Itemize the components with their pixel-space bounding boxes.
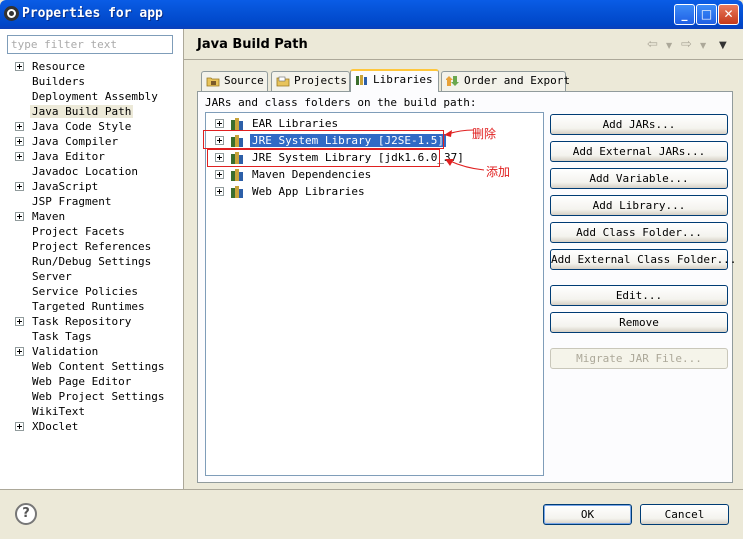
expand-icon[interactable] bbox=[15, 347, 24, 356]
tree-item-maven[interactable]: Maven bbox=[0, 209, 184, 224]
preference-tree: Resource Builders Deployment Assembly Ja… bbox=[0, 59, 184, 434]
library-icon bbox=[356, 75, 367, 85]
eclipse-app-icon bbox=[4, 6, 19, 21]
delete-annotation: 删除 bbox=[472, 127, 497, 141]
add-highlight-box bbox=[207, 149, 440, 167]
tree-item-web-project-settings[interactable]: Web Project Settings bbox=[0, 389, 184, 404]
tab-order-and-export[interactable]: Order and Export bbox=[441, 71, 570, 91]
add-external-jars-button[interactable]: Add External JARs... bbox=[550, 141, 728, 162]
expand-icon[interactable] bbox=[15, 152, 24, 161]
tree-item-web-content-settings[interactable]: Web Content Settings bbox=[0, 359, 184, 374]
build-path-caption: JARs and class folders on the build path… bbox=[205, 96, 477, 109]
expand-icon[interactable] bbox=[15, 422, 24, 431]
library-jar-icon bbox=[231, 118, 243, 130]
page-title: Java Build Path bbox=[197, 37, 308, 52]
back-arrow-icon[interactable]: ⇦ bbox=[647, 37, 658, 52]
title-bar: Properties for app _ □ ✕ bbox=[0, 0, 743, 29]
forward-arrow-icon[interactable]: ⇨ bbox=[681, 37, 692, 52]
edit-button[interactable]: Edit... bbox=[550, 285, 728, 306]
tree-item-deployment-assembly[interactable]: Deployment Assembly bbox=[0, 89, 184, 104]
tree-item-xdoclet[interactable]: XDoclet bbox=[0, 419, 184, 434]
tree-item-java-code-style[interactable]: Java Code Style bbox=[0, 119, 184, 134]
add-annotation: 添加 bbox=[486, 165, 511, 179]
library-item-maven[interactable]: Maven Dependencies bbox=[215, 167, 373, 182]
migrate-jar-button[interactable]: Migrate JAR File... bbox=[550, 348, 728, 369]
tree-item-service-policies[interactable]: Service Policies bbox=[0, 284, 184, 299]
expand-icon[interactable] bbox=[15, 182, 24, 191]
footer-divider bbox=[0, 489, 743, 490]
forward-dropdown-icon[interactable]: ▼ bbox=[700, 41, 706, 50]
tree-item-resource[interactable]: Resource bbox=[0, 59, 184, 74]
add-jars-button[interactable]: Add JARs... bbox=[550, 114, 728, 135]
expand-icon[interactable] bbox=[215, 170, 224, 179]
library-jar-icon bbox=[231, 186, 243, 198]
tree-item-java-build-path[interactable]: Java Build Path bbox=[0, 104, 184, 119]
preference-tree-pane: type filter text Resource Builders Deplo… bbox=[0, 29, 184, 489]
expand-icon[interactable] bbox=[15, 317, 24, 326]
add-variable-button[interactable]: Add Variable... bbox=[550, 168, 728, 189]
library-item-webapp[interactable]: Web App Libraries bbox=[215, 184, 367, 199]
add-arrow-icon bbox=[445, 159, 485, 171]
header-divider bbox=[184, 59, 743, 60]
tree-item-task-repository[interactable]: Task Repository bbox=[0, 314, 184, 329]
expand-icon[interactable] bbox=[15, 62, 24, 71]
tree-item-targeted-runtimes[interactable]: Targeted Runtimes bbox=[0, 299, 184, 314]
back-dropdown-icon[interactable]: ▼ bbox=[666, 41, 672, 50]
window-title: Properties for app bbox=[22, 6, 163, 21]
order-export-icon bbox=[446, 76, 459, 86]
tree-item-wikitext[interactable]: WikiText bbox=[0, 404, 184, 419]
tree-item-task-tags[interactable]: Task Tags bbox=[0, 329, 184, 344]
tree-item-javascript[interactable]: JavaScript bbox=[0, 179, 184, 194]
maximize-button[interactable]: □ bbox=[696, 4, 717, 25]
ok-button[interactable]: OK bbox=[543, 504, 632, 525]
tree-item-web-page-editor[interactable]: Web Page Editor bbox=[0, 374, 184, 389]
remove-button[interactable]: Remove bbox=[550, 312, 728, 333]
add-external-class-folder-button[interactable]: Add External Class Folder... bbox=[550, 249, 736, 270]
library-item-ear[interactable]: EAR Libraries bbox=[215, 116, 340, 131]
tree-item-project-facets[interactable]: Project Facets bbox=[0, 224, 184, 239]
library-jar-icon bbox=[231, 169, 243, 181]
add-class-folder-button[interactable]: Add Class Folder... bbox=[550, 222, 728, 243]
tree-item-run-debug-settings[interactable]: Run/Debug Settings bbox=[0, 254, 184, 269]
filter-input[interactable]: type filter text bbox=[7, 35, 173, 54]
delete-highlight-box bbox=[203, 130, 444, 149]
tab-projects[interactable]: Projects bbox=[271, 71, 350, 91]
tree-item-java-compiler[interactable]: Java Compiler bbox=[0, 134, 184, 149]
tree-item-validation[interactable]: Validation bbox=[0, 344, 184, 359]
expand-icon[interactable] bbox=[15, 137, 24, 146]
project-folder-icon bbox=[276, 76, 290, 87]
source-folder-icon bbox=[206, 77, 220, 87]
minimize-button[interactable]: _ bbox=[674, 4, 695, 25]
expand-icon[interactable] bbox=[215, 187, 224, 196]
tab-libraries[interactable]: Libraries bbox=[350, 69, 439, 92]
tree-item-server[interactable]: Server bbox=[0, 269, 184, 284]
expand-icon[interactable] bbox=[15, 122, 24, 131]
add-library-button[interactable]: Add Library... bbox=[550, 195, 728, 216]
tab-source[interactable]: Source bbox=[201, 71, 268, 91]
expand-icon[interactable] bbox=[15, 212, 24, 221]
tree-item-java-editor[interactable]: Java Editor bbox=[0, 149, 184, 164]
tree-item-project-references[interactable]: Project References bbox=[0, 239, 184, 254]
expand-icon[interactable] bbox=[215, 119, 224, 128]
close-button[interactable]: ✕ bbox=[718, 4, 739, 25]
tree-item-jsp-fragment[interactable]: JSP Fragment bbox=[0, 194, 184, 209]
tree-item-builders[interactable]: Builders bbox=[0, 74, 184, 89]
tree-item-javadoc-location[interactable]: Javadoc Location bbox=[0, 164, 184, 179]
help-icon[interactable]: ? bbox=[15, 503, 37, 525]
view-menu-icon[interactable]: ▼ bbox=[719, 40, 727, 51]
cancel-button[interactable]: Cancel bbox=[640, 504, 729, 525]
